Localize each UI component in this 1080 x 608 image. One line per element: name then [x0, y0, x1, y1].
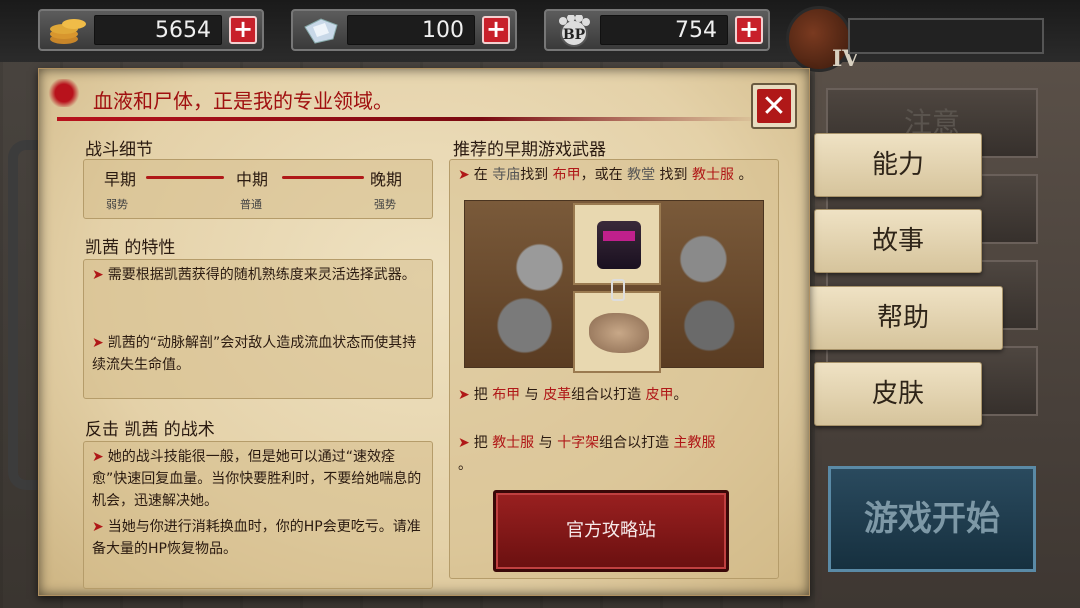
close-icon: ✕ — [757, 89, 791, 124]
leather-image — [573, 291, 661, 373]
traits-box: ➤ 需要根据凯茜获得的随机熟练度来灵活选择武器。 ➤ 凯茜的“动脉解剖”会对敌人造成… — [83, 259, 433, 399]
stage-early: 早期 — [104, 170, 137, 189]
stage-mid: 中期 — [236, 170, 269, 189]
official-guide-button[interactable]: 官方攻略站 — [493, 490, 729, 572]
buy-diamonds-button[interactable]: + — [482, 16, 510, 44]
diamond-icon — [304, 18, 338, 44]
bp-resource: BP 754 + — [544, 9, 770, 51]
svg-text:BP: BP — [563, 27, 586, 43]
counter-item: ➤ 她的战斗技能很一般，但是她可以通过“速效痊愈”快速回复血量。当你快要胜利时，不… — [92, 449, 422, 509]
combat-stages: 早期 中期 晚期 弱势 普通 强势 — [83, 159, 433, 219]
bullet-arrow-icon: ➤ — [458, 387, 470, 403]
close-button[interactable]: ✕ — [751, 83, 797, 129]
stage-late: 晚期 — [370, 170, 403, 189]
cloth-armor-image — [573, 203, 661, 285]
bullet-arrow-icon: ➤ — [92, 267, 104, 283]
stage-line-2 — [282, 176, 364, 179]
weapons-title: 推荐的早期游戏武器 — [453, 140, 606, 160]
stage-late-strength: 强势 — [374, 198, 396, 211]
weapon-tip-2: ➤ 把 布甲 与 皮革组合以打造 皮甲。 — [458, 387, 688, 403]
chain-link-icon — [611, 279, 625, 301]
trait-item: ➤ 需要根据凯茜获得的随机熟练度来灵活选择武器。 — [92, 267, 416, 283]
traits-title: 凯茜 的特性 — [85, 238, 176, 258]
tab-ability[interactable]: 能力 — [814, 133, 982, 197]
tab-story[interactable]: 故事 — [814, 209, 982, 273]
player-name[interactable] — [848, 18, 1044, 54]
bp-value: 754 — [600, 15, 728, 45]
counter-box: ➤ 她的战斗技能很一般，但是她可以通过“速效痊愈”快速回复血量。当你快要胜利时，不… — [83, 441, 433, 589]
weapon-tip-1: ➤ 在 寺庙找到 布甲，或在 教堂 找到 教士服 。 — [458, 167, 753, 183]
bp-paw-icon: BP — [559, 15, 590, 47]
counter-tactics-title: 反击 凯茜 的战术 — [85, 420, 215, 440]
blood-splatter-icon — [47, 79, 81, 107]
diamond-resource: 100 + — [291, 9, 517, 51]
tab-skin[interactable]: 皮肤 — [814, 362, 982, 426]
stage-line-1 — [146, 176, 224, 179]
trait-item: ➤ 凯茜的“动脉解剖”会对敌人造成流血状态而使其持续流失生命值。 — [92, 335, 417, 373]
buy-bp-button[interactable]: + — [735, 16, 763, 44]
map-image — [464, 200, 764, 373]
buy-coins-button[interactable]: + — [229, 16, 257, 44]
weapon-tip-3: ➤ 把 教士服 与 十字架组合以打造 主教服。 — [458, 435, 716, 473]
tab-help[interactable]: 帮助 — [782, 286, 1003, 351]
game-start-button[interactable]: 游戏开始 — [828, 466, 1036, 572]
bullet-arrow-icon: ➤ — [92, 449, 104, 465]
help-panel: 血液和尸体，正是我的专业领域。 ✕ 战斗细节 早期 中期 晚期 弱势 普通 强势… — [38, 68, 810, 596]
coins-resource: 5654 + — [38, 9, 264, 51]
counter-item: ➤ 当她与你进行消耗换血时，你的HP会更吃亏。请准备大量的HP恢复物品。 — [92, 519, 421, 557]
stage-early-strength: 弱势 — [106, 198, 128, 211]
character-quote: 血液和尸体，正是我的专业领域。 — [93, 89, 393, 113]
diamond-value: 100 — [347, 15, 475, 45]
coins-icon — [50, 19, 86, 44]
bullet-arrow-icon: ➤ — [458, 435, 470, 451]
quote-underline — [57, 117, 765, 121]
combat-details-title: 战斗细节 — [85, 140, 153, 160]
coins-value: 5654 — [94, 15, 222, 45]
stage-mid-strength: 普通 — [240, 198, 262, 211]
bullet-arrow-icon: ➤ — [458, 167, 470, 183]
bullet-arrow-icon: ➤ — [92, 335, 104, 351]
bullet-arrow-icon: ➤ — [92, 519, 104, 535]
